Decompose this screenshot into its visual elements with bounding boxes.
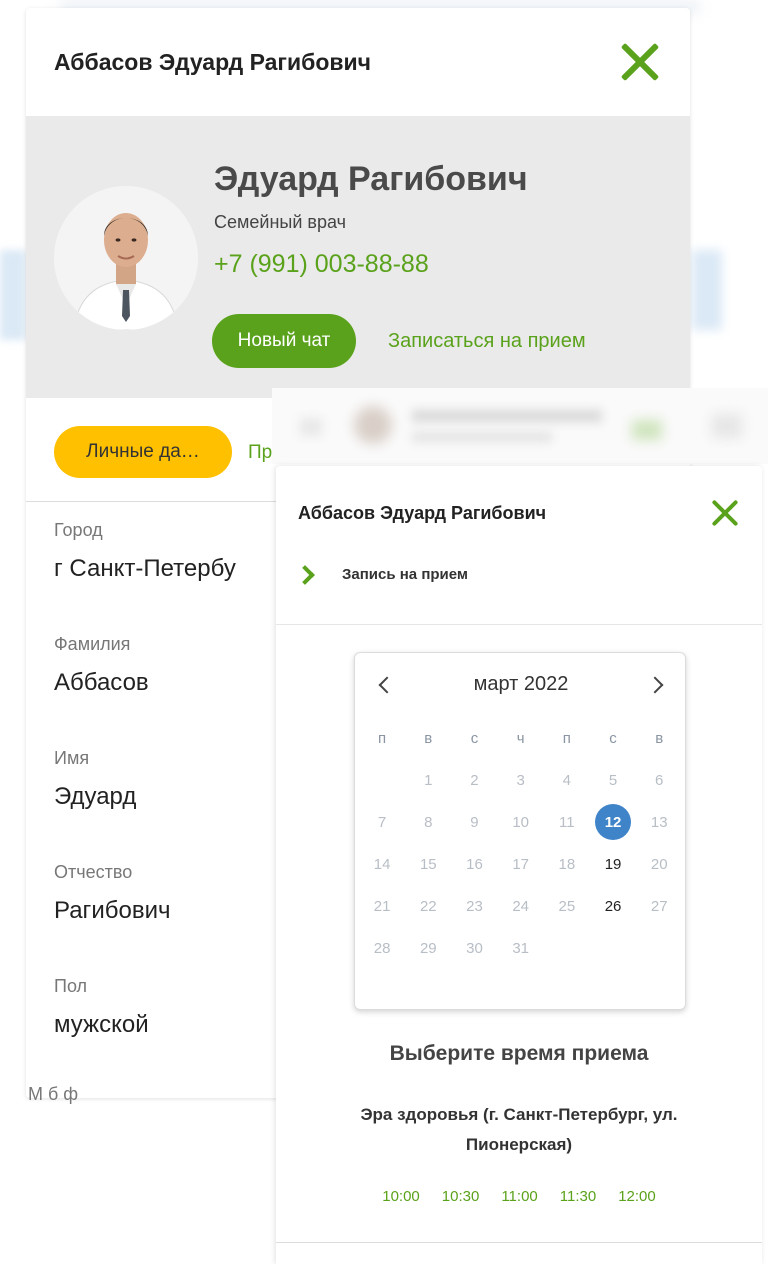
blur-shape xyxy=(412,410,602,422)
calendar-day: 21 xyxy=(373,897,391,915)
weekday-label: в xyxy=(655,729,664,747)
blur-shape xyxy=(412,432,552,442)
breadcrumb-label: Запись на прием xyxy=(342,566,469,583)
calendar-day: 28 xyxy=(373,939,391,957)
book-appointment-link[interactable]: Записаться на прием xyxy=(388,330,586,353)
calendar-day xyxy=(359,759,405,801)
weekday-label: п xyxy=(378,729,387,747)
blurred-background-row xyxy=(272,388,768,464)
calendar-day: 4 xyxy=(562,771,572,789)
calendar-day: 6 xyxy=(655,771,664,789)
choose-time-heading: Выберите время приема xyxy=(389,1042,649,1065)
weekday-label: п xyxy=(562,729,571,747)
time-slot[interactable]: 10:30 xyxy=(442,1188,480,1205)
time-slots: 10:00 10:30 11:00 11:30 12:00 xyxy=(276,1188,762,1205)
avatar xyxy=(54,186,198,330)
calendar-day: 7 xyxy=(377,813,387,831)
modal-title: Аббасов Эдуард Рагибович xyxy=(298,502,547,523)
blur-shape xyxy=(300,418,322,436)
divider xyxy=(276,1242,762,1243)
calendar-day: 1 xyxy=(424,771,433,789)
calendar-day xyxy=(544,927,590,969)
calendar-day: 30 xyxy=(466,939,483,957)
calendar-day: 10 xyxy=(512,813,529,831)
background-blur xyxy=(0,250,26,340)
calendar-day: 2 xyxy=(470,771,479,789)
breadcrumb[interactable]: Запись на прием xyxy=(295,564,469,585)
date-picker: март 2022 п в с ч п с в 1 2 3 4 5 6 7 8 9 10 11 12 13 14 15 16… xyxy=(354,652,686,1010)
calendar-day: 15 xyxy=(419,855,437,873)
calendar-day[interactable]: 26 xyxy=(590,885,636,927)
close-icon[interactable] xyxy=(618,40,662,84)
calendar-day: 3 xyxy=(516,771,525,789)
chevron-right-icon xyxy=(295,564,315,585)
doctor-phone[interactable]: +7 (991) 003-88-88 xyxy=(214,250,429,279)
doctor-role: Семейный врач xyxy=(214,212,346,232)
blur-shape xyxy=(354,406,392,444)
tab-next[interactable]: Пр xyxy=(248,442,272,464)
calendar-day: 29 xyxy=(419,939,437,957)
calendar-header: март 2022 xyxy=(355,673,687,703)
blur-shape xyxy=(712,414,742,438)
calendar-grid: п в с ч п с в 1 2 3 4 5 6 7 8 9 10 11 12 13 14 15 16 17 18 19 20 21… xyxy=(359,717,683,969)
calendar-day: 9 xyxy=(470,813,479,831)
calendar-day: 11 xyxy=(559,813,575,831)
time-slot[interactable]: 11:00 xyxy=(501,1188,537,1205)
calendar-day: 18 xyxy=(558,855,576,873)
modal-header: Аббасов Эдуард Рагибович xyxy=(276,466,762,550)
calendar-month: март 2022 xyxy=(473,673,569,695)
time-slot[interactable]: 11:30 xyxy=(560,1188,596,1205)
appointment-modal: Аббасов Эдуард Рагибович Запись на прием… xyxy=(276,466,762,1264)
doctor-name: Эдуард Рагибович xyxy=(214,160,528,198)
card-title: Аббасов Эдуард Рагибович xyxy=(54,48,372,75)
new-chat-button[interactable]: Новый чат xyxy=(212,314,356,368)
calendar-day: 17 xyxy=(512,855,529,873)
calendar-day: 24 xyxy=(512,897,529,915)
calendar-day: 5 xyxy=(608,771,618,789)
field-label-cutoff: М б ф xyxy=(28,1084,79,1104)
doctor-profile: Эдуард Рагибович Семейный врач +7 (991) … xyxy=(26,116,690,398)
blur-shape xyxy=(632,420,662,440)
calendar-day: 16 xyxy=(466,855,483,873)
calendar-day: 22 xyxy=(419,897,437,915)
weekday-label: ч xyxy=(516,729,525,747)
calendar-day: 27 xyxy=(650,897,668,915)
calendar-day xyxy=(636,927,682,969)
calendar-day: 20 xyxy=(650,855,668,873)
calendar-day: 23 xyxy=(466,897,483,915)
time-slot[interactable]: 10:00 xyxy=(382,1188,420,1205)
clinic-name: Эра здоровья (г. Санкт-Петербург, ул. Пи… xyxy=(360,1105,678,1154)
calendar-day: 31 xyxy=(512,939,529,957)
weekday-label: в xyxy=(424,729,433,747)
card-header: Аббасов Эдуард Рагибович xyxy=(26,8,690,116)
tab-personal-data[interactable]: Личные да… xyxy=(54,426,232,478)
weekday-label: с xyxy=(470,729,479,747)
calendar-day: 8 xyxy=(424,813,433,831)
close-icon[interactable] xyxy=(710,498,740,528)
calendar-day[interactable]: 12 xyxy=(590,801,636,843)
calendar-day: 25 xyxy=(558,897,576,915)
time-slot[interactable]: 12:00 xyxy=(618,1188,656,1205)
calendar-day[interactable]: 19 xyxy=(590,843,636,885)
weekday-label: с xyxy=(609,729,617,747)
background-blur xyxy=(692,250,722,330)
calendar-day: 13 xyxy=(650,813,668,831)
calendar-day: 14 xyxy=(373,855,391,873)
divider xyxy=(276,624,762,625)
calendar-day xyxy=(590,927,636,969)
